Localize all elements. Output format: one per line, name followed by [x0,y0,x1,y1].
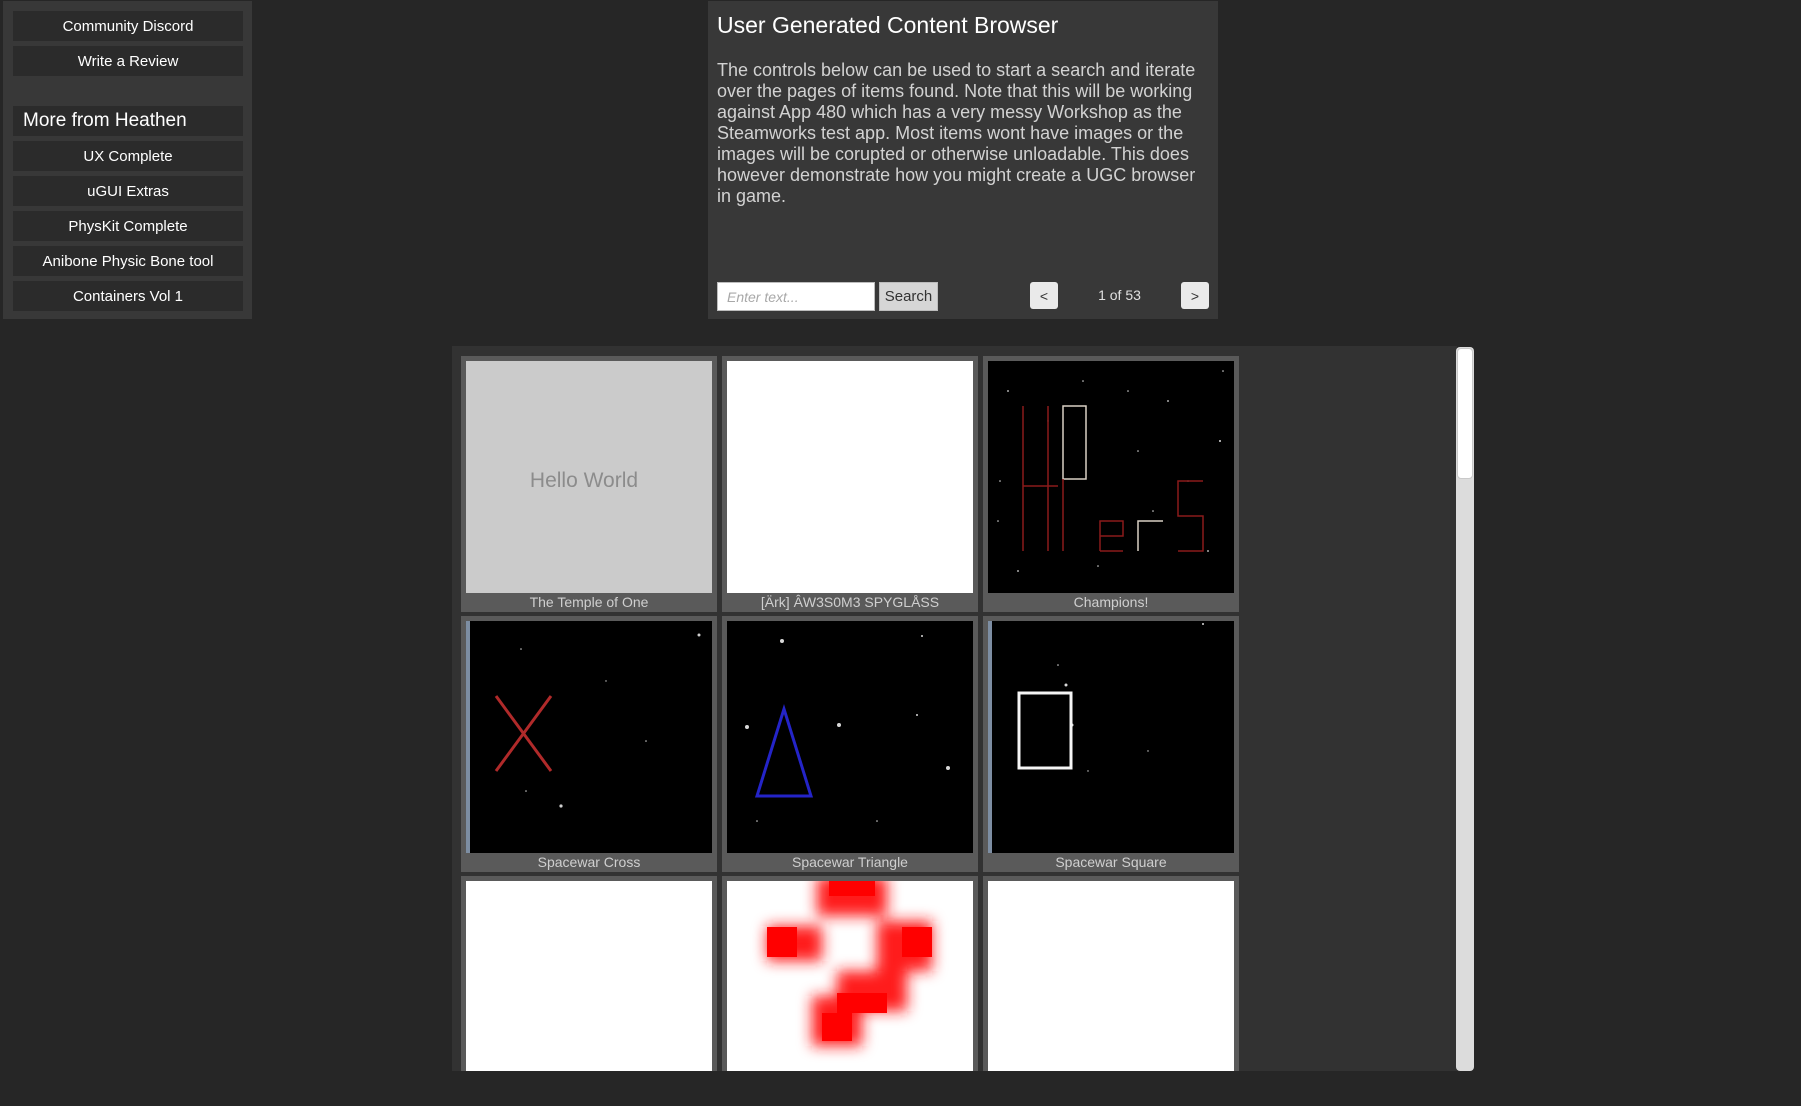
scrollbar-thumb[interactable] [1457,348,1473,479]
ugc-item-card[interactable]: [Ärk] ÂW3S0M3 SPYGLÅSS [722,356,978,612]
ugc-item-card[interactable] [722,876,978,1071]
ugc-browser-panel: User Generated Content Browser The contr… [708,1,1218,319]
more-from-heading: More from Heathen [13,106,243,136]
physkit-complete-button[interactable]: PhysKit Complete [13,211,243,241]
item-title: Spacewar Cross [537,854,641,870]
item-title: Spacewar Square [1055,854,1167,870]
item-thumbnail [727,361,973,593]
item-thumbnail [466,881,712,1071]
item-title: [Ärk] ÂW3S0M3 SPYGLÅSS [760,594,940,610]
sidebar: Community Discord Write a Review More fr… [3,1,252,319]
search-input[interactable] [717,282,875,311]
ugc-item-card[interactable]: Champions! [983,356,1239,612]
prev-page-button[interactable]: < [1030,282,1058,309]
containers-vol1-button[interactable]: Containers Vol 1 [13,281,243,311]
anibone-button[interactable]: Anibone Physic Bone tool [13,246,243,276]
ugc-item-card[interactable]: Spacewar Cross [461,616,717,872]
item-thumbnail [988,361,1234,593]
ux-complete-button[interactable]: UX Complete [13,141,243,171]
item-title: Spacewar Triangle [792,854,908,870]
ugc-grid: Hello World The Temple of One [Ärk] ÂW3S… [452,346,1457,1071]
description-text: The controls below can be used to start … [717,60,1196,206]
ugc-item-card[interactable]: Spacewar Square [983,616,1239,872]
item-thumbnail [466,621,712,853]
ugc-item-card[interactable] [461,876,717,1071]
page-title: User Generated Content Browser [717,12,1059,38]
item-thumbnail: Hello World [466,361,712,593]
item-thumbnail [727,621,973,853]
search-button[interactable]: Search [879,282,938,311]
item-title: The Temple of One [529,594,649,610]
item-title: Champions! [1073,594,1149,610]
item-thumbnail [988,621,1234,853]
page-indicator: 1 of 53 [1098,287,1141,303]
community-discord-button[interactable]: Community Discord [13,11,243,41]
item-thumbnail [727,881,973,1071]
grid-scrollbar[interactable] [1456,347,1474,1071]
item-thumbnail [988,881,1234,1071]
write-review-button[interactable]: Write a Review [13,46,243,76]
ugui-extras-button[interactable]: uGUI Extras [13,176,243,206]
ugc-item-card[interactable]: Hello World The Temple of One [461,356,717,612]
thumbnail-text: Hello World [530,469,638,492]
next-page-button[interactable]: > [1181,282,1209,309]
ugc-item-card[interactable] [983,876,1239,1071]
ugc-item-card[interactable]: Spacewar Triangle [722,616,978,872]
